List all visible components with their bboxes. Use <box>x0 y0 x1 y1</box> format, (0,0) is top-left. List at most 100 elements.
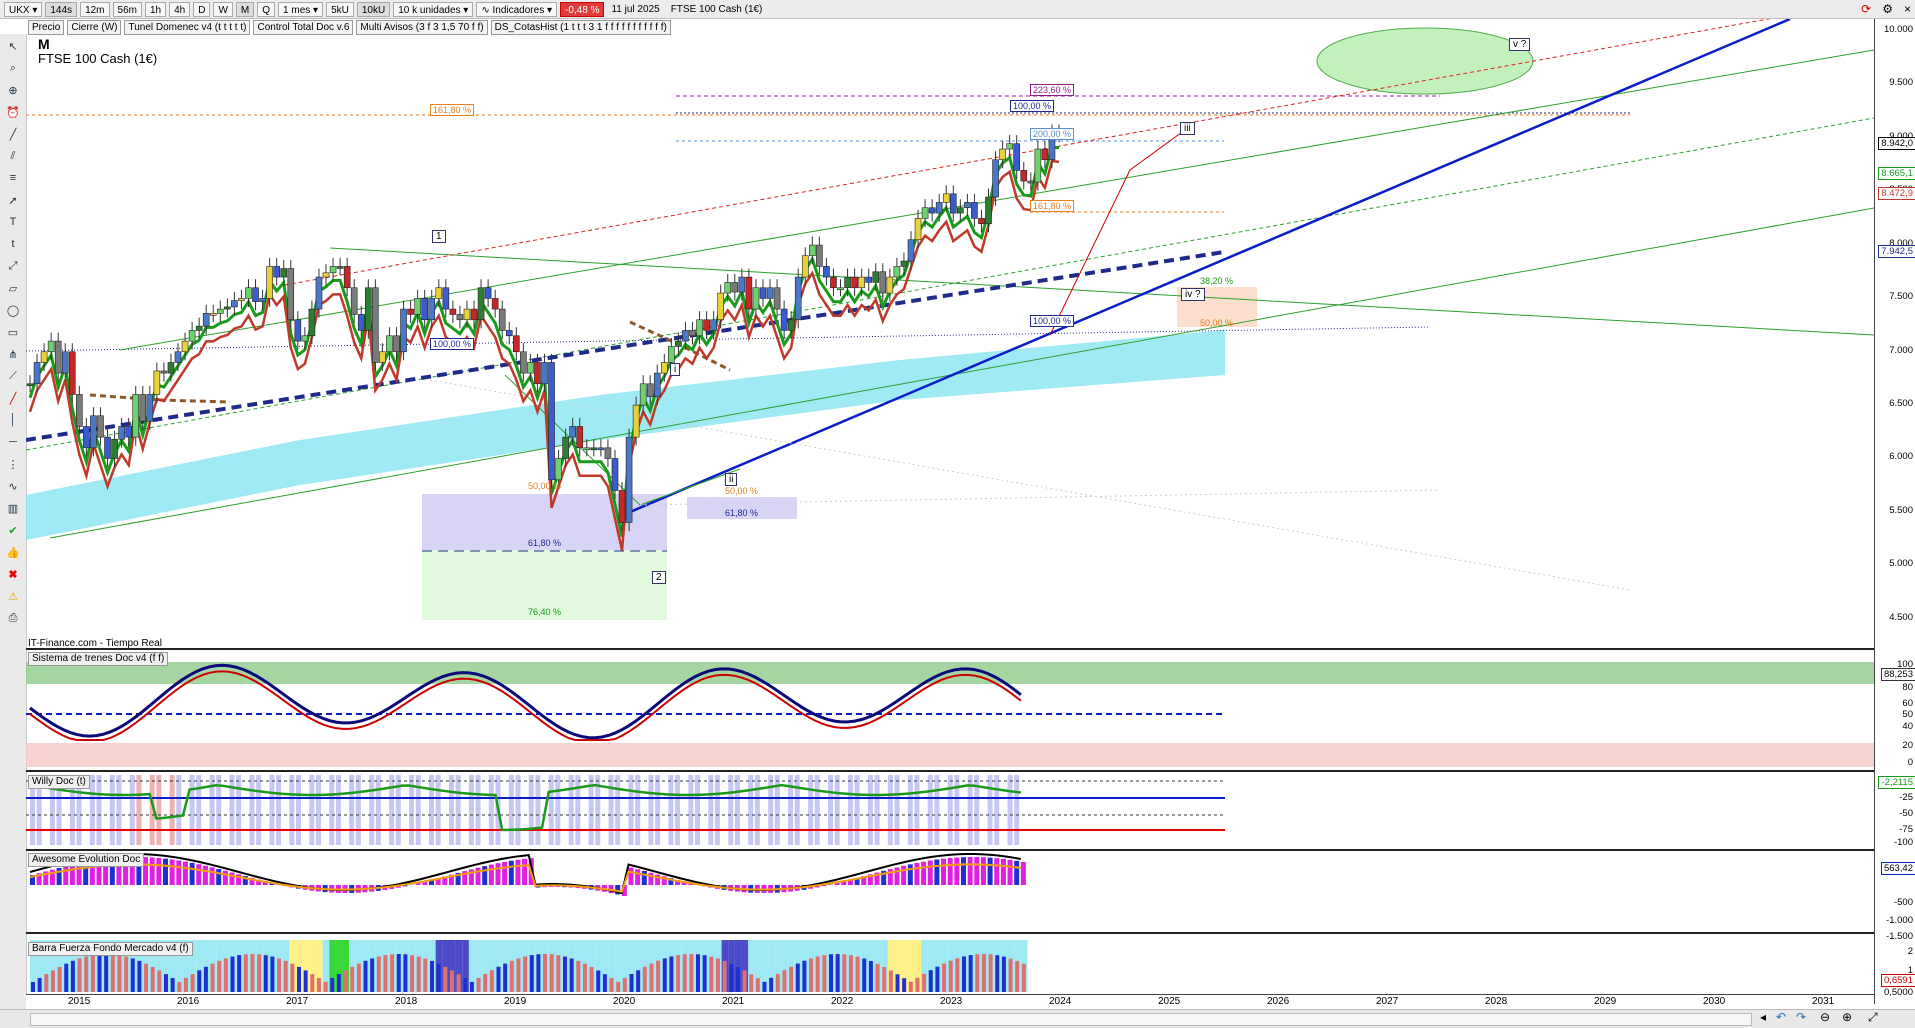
candle <box>732 282 738 292</box>
willy-bar <box>914 775 919 845</box>
barra-bar <box>882 967 886 992</box>
green-trend-dashed <box>26 118 1874 450</box>
willy-bar <box>529 775 534 845</box>
barra-bar <box>217 961 221 992</box>
barra-bar <box>969 955 973 992</box>
fib-label: 223,60 % <box>1030 84 1074 96</box>
candle <box>563 437 569 458</box>
candle <box>619 490 625 522</box>
barra-bar <box>935 967 939 992</box>
candle <box>189 330 195 341</box>
barra-bar <box>503 964 507 992</box>
candle <box>1035 149 1041 182</box>
scroll-bar[interactable]: ◂ ↶ ↷ ⊖ ⊕ ⤢ <box>0 1009 1915 1028</box>
candle <box>62 352 68 373</box>
willy-bar <box>735 775 740 845</box>
candle <box>83 426 89 447</box>
barra-bar <box>277 958 281 992</box>
candle <box>140 394 146 421</box>
barra-bar <box>656 961 660 992</box>
willy-bar <box>668 775 673 845</box>
willy-bar <box>615 775 620 845</box>
barra-bar <box>330 978 334 992</box>
barra-bar <box>31 982 35 992</box>
barra-bar <box>636 970 640 992</box>
zoom-in-icon[interactable]: ⊕ <box>1842 1010 1852 1024</box>
candle <box>1042 149 1048 160</box>
candle <box>1014 144 1020 171</box>
fib-label: 61,80 % <box>528 538 561 548</box>
price-tag-navy: 7.942,5 <box>1878 245 1915 258</box>
scroll-left-icon[interactable]: ◂ <box>1760 1010 1766 1024</box>
time-axis-label: 2026 <box>1267 996 1289 1007</box>
candle <box>161 371 167 373</box>
barra-bar <box>869 961 873 992</box>
wave-label: iii <box>1180 122 1195 135</box>
candle <box>936 202 942 213</box>
willy-bar <box>808 775 813 845</box>
barra-bar <box>523 956 527 992</box>
barra-bar <box>616 982 620 992</box>
barra-bar <box>297 967 301 992</box>
barra-bar <box>789 967 793 992</box>
fib-label: 76,40 % <box>528 607 561 617</box>
candle <box>90 416 96 448</box>
barra-bar <box>450 970 454 992</box>
chart-canvas[interactable] <box>0 0 1915 1027</box>
barra-bar <box>975 954 979 992</box>
candle <box>48 341 54 352</box>
candle <box>915 218 921 239</box>
candle <box>830 277 836 288</box>
panel-axis-label: 0 <box>1908 757 1913 768</box>
candle <box>682 330 688 341</box>
barra-bar <box>84 957 88 992</box>
fit-icon[interactable]: ⤢ <box>1868 1010 1878 1025</box>
candle <box>520 352 526 373</box>
barra-bar <box>383 955 387 992</box>
barra-bar <box>902 978 906 992</box>
candle <box>986 197 992 224</box>
willy-bar <box>170 775 175 845</box>
time-axis-label: 2019 <box>504 996 526 1007</box>
willy-bar <box>249 775 254 845</box>
barra-bar <box>91 955 95 992</box>
green-trend-lower <box>50 208 1874 538</box>
barra-bar <box>357 964 361 992</box>
candle <box>401 309 407 352</box>
blue-trend-line <box>623 19 1790 515</box>
candle <box>887 277 893 293</box>
barra-bar <box>703 955 707 992</box>
barra-bar <box>38 978 42 992</box>
candle <box>802 256 808 277</box>
candle <box>577 426 583 447</box>
candle <box>866 277 872 282</box>
horizontal-scrollbar[interactable] <box>30 1013 1752 1026</box>
willy-bar <box>655 775 660 845</box>
barra-bar <box>749 974 753 992</box>
candle <box>450 309 456 314</box>
willy-bar <box>509 775 514 845</box>
price-axis[interactable]: 10.000 9.500 9.000 8.500 8.000 7.500 7.0… <box>1874 19 1915 1004</box>
green-trend-falling <box>330 248 1874 335</box>
awesome-bar <box>981 857 986 885</box>
zoom-out-icon[interactable]: ⊖ <box>1820 1010 1830 1024</box>
candle <box>97 416 103 437</box>
candle <box>753 288 759 309</box>
awesome-bar <box>968 857 973 885</box>
barra-bar <box>723 961 727 992</box>
candle <box>260 298 266 301</box>
barra-bar <box>829 954 833 992</box>
price-axis-label: 5.500 <box>1889 505 1913 516</box>
barra-bar <box>304 970 308 992</box>
willy-bar <box>389 775 394 845</box>
barra-bar <box>610 978 614 992</box>
redo-icon[interactable]: ↷ <box>1796 1010 1806 1024</box>
time-axis[interactable]: 2015 2016 2017 2018 2019 2020 2021 2022 … <box>26 994 1874 1009</box>
candle <box>556 458 562 479</box>
willy-bar <box>675 775 680 845</box>
candle <box>485 288 491 299</box>
panel-axis-label: -500 <box>1894 897 1913 908</box>
undo-icon[interactable]: ↶ <box>1776 1010 1786 1024</box>
candle <box>203 313 209 326</box>
candle <box>274 266 280 277</box>
